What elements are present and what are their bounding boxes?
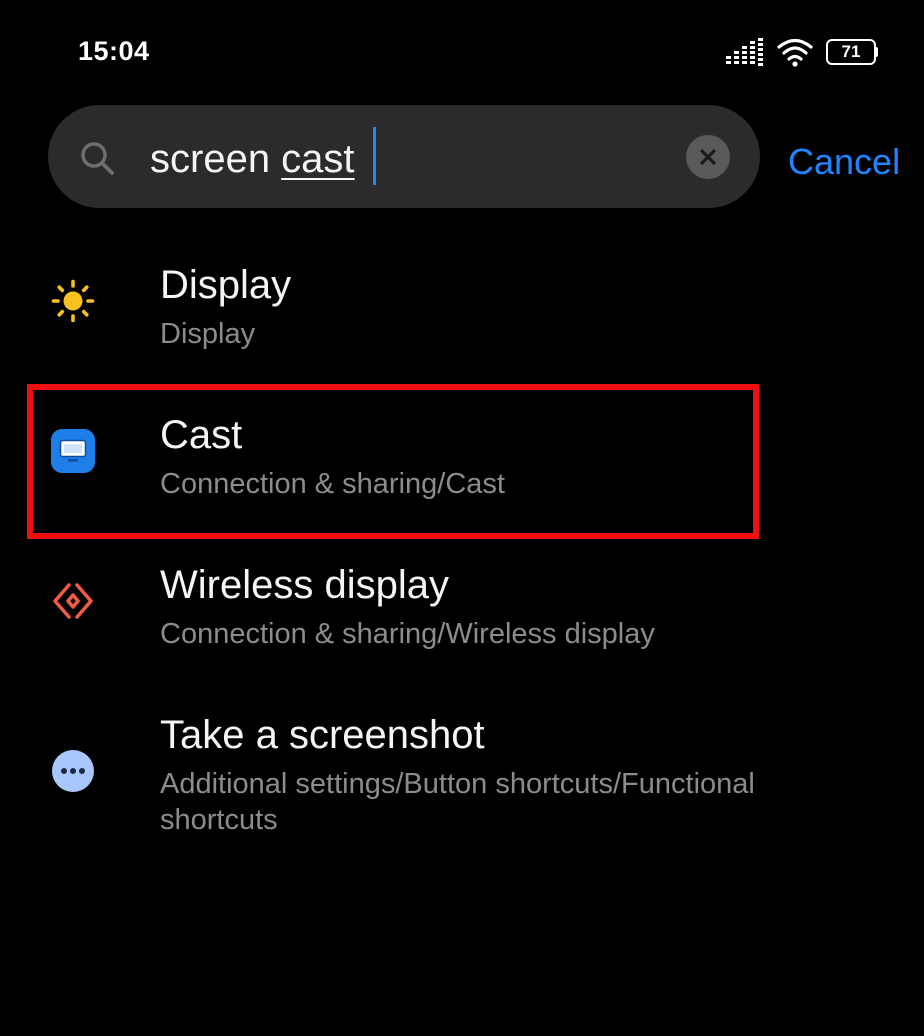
sun-icon bbox=[50, 278, 96, 324]
text-cursor bbox=[373, 127, 376, 185]
signal-icon bbox=[726, 38, 763, 66]
cast-screen-icon bbox=[50, 428, 96, 474]
status-time: 15:04 bbox=[78, 36, 150, 66]
search-input[interactable]: screen cast bbox=[150, 135, 355, 183]
search-query-prefix: screen bbox=[150, 137, 282, 181]
battery-icon: 71 bbox=[826, 39, 878, 65]
close-icon bbox=[700, 149, 716, 165]
result-title: Take a screenshot bbox=[160, 713, 485, 757]
result-title: Wireless display bbox=[160, 563, 449, 607]
result-title: Cast bbox=[160, 413, 243, 457]
battery-level: 71 bbox=[826, 39, 876, 65]
result-item-wireless-display[interactable]: Wireless display Connection & sharing/Wi… bbox=[0, 550, 924, 680]
wifi-icon bbox=[777, 38, 813, 67]
result-item-display[interactable]: Display Display bbox=[0, 250, 924, 380]
status-icons: 71 bbox=[726, 36, 878, 68]
status-bar: 15:04 71 bbox=[0, 30, 924, 74]
result-path: Connection & sharing/Wireless display bbox=[160, 618, 655, 650]
wireless-display-icon bbox=[50, 578, 96, 624]
result-path: Additional settings/Button shortcuts/Fun… bbox=[160, 768, 755, 836]
battery-tip bbox=[875, 47, 878, 57]
result-path: Display bbox=[160, 318, 256, 350]
cancel-button[interactable]: Cancel bbox=[788, 138, 900, 186]
more-icon bbox=[50, 748, 96, 794]
result-path: Connection & sharing/Cast bbox=[160, 468, 505, 500]
clear-search-button[interactable] bbox=[686, 135, 730, 179]
search-query-composing: cast bbox=[281, 137, 355, 181]
search-icon bbox=[81, 142, 114, 175]
result-title: Display bbox=[160, 263, 292, 307]
result-item-take-screenshot[interactable]: Take a screenshot Additional settings/Bu… bbox=[0, 700, 924, 860]
result-item-cast[interactable]: Cast Connection & sharing/Cast bbox=[0, 400, 924, 530]
